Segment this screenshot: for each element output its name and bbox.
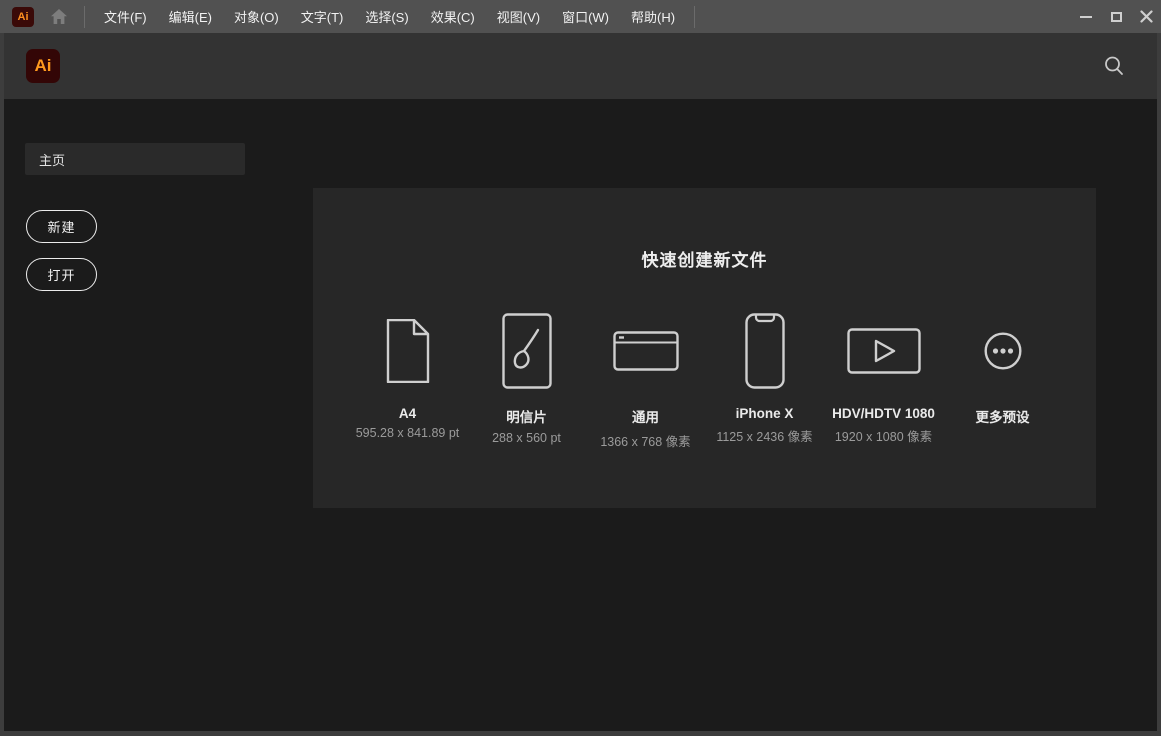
close-button[interactable]	[1131, 0, 1161, 33]
menu-window[interactable]: 窗口(W)	[551, 0, 620, 33]
preset-hdtv[interactable]: HDV/HDTV 1080 1920 x 1080 像素	[824, 311, 943, 450]
preset-name: HDV/HDTV 1080	[832, 406, 935, 421]
preset-size: 595.28 x 841.89 pt	[355, 426, 460, 440]
titlebar-separator	[84, 5, 85, 28]
browser-window-icon	[612, 311, 679, 391]
more-ellipsis-icon	[984, 311, 1022, 391]
preset-size: 1920 x 1080 像素	[834, 430, 933, 444]
maximize-icon	[1110, 11, 1122, 22]
maximize-button[interactable]	[1101, 0, 1131, 33]
window-frame-bottom	[0, 731, 1161, 736]
menu-select[interactable]: 选择(S)	[354, 0, 419, 33]
home-icon[interactable]	[42, 0, 76, 33]
illustrator-logo: Ai	[26, 49, 60, 83]
preset-more[interactable]: 更多预设	[943, 311, 1062, 450]
window-controls	[1071, 0, 1161, 33]
close-icon	[1139, 10, 1153, 23]
preset-name: iPhone X	[735, 406, 794, 421]
preset-size: 288 x 560 pt	[492, 431, 561, 445]
sidebar-item-home-label: 主页	[39, 152, 66, 168]
menu-file[interactable]: 文件(F)	[93, 0, 158, 33]
illustrator-window: Ai 文件(F) 编辑(E) 对象(O) 文字(T) 选择(S) 效果(C) 视…	[0, 0, 1161, 736]
preset-web[interactable]: 通用 1366 x 768 像素	[586, 311, 705, 450]
preset-name: 通用	[632, 410, 659, 425]
quick-start-title: 快速创建新文件	[641, 251, 768, 270]
preset-iphone-x[interactable]: iPhone X 1125 x 2436 像素	[705, 311, 824, 450]
sidebar-item-home[interactable]: 主页	[25, 143, 245, 175]
preset-name: A4	[398, 406, 417, 421]
minimize-icon	[1080, 15, 1092, 18]
quick-start-panel: 快速创建新文件 A4 595.28 x 841.89 pt 明信片 288 x …	[313, 188, 1096, 508]
menu-type[interactable]: 文字(T)	[290, 0, 355, 33]
minimize-button[interactable]	[1071, 0, 1101, 33]
preset-name: 明信片	[506, 410, 547, 425]
menu-view[interactable]: 视图(V)	[486, 0, 551, 33]
video-play-icon	[846, 311, 921, 391]
preset-postcard[interactable]: 明信片 288 x 560 pt	[467, 311, 586, 450]
open-button[interactable]: 打开	[26, 258, 97, 291]
search-icon[interactable]	[1099, 51, 1129, 81]
menu-object[interactable]: 对象(O)	[223, 0, 290, 33]
preset-size: 1125 x 2436 像素	[716, 430, 813, 444]
preset-name: 更多预设	[975, 410, 1030, 425]
phone-icon	[744, 311, 785, 391]
new-button[interactable]: 新建	[26, 210, 97, 243]
app-icon: Ai	[12, 6, 34, 27]
title-bar: Ai 文件(F) 编辑(E) 对象(O) 文字(T) 选择(S) 效果(C) 视…	[0, 0, 1161, 33]
menu-edit[interactable]: 编辑(E)	[158, 0, 223, 33]
preset-a4[interactable]: A4 595.28 x 841.89 pt	[348, 311, 467, 450]
home-screen: 主页 新建 打开 快速创建新文件 A4 595.28 x 841.89 pt 明…	[0, 99, 1161, 736]
preset-size: 1366 x 768 像素	[600, 435, 691, 449]
menu-bar: 文件(F) 编辑(E) 对象(O) 文字(T) 选择(S) 效果(C) 视图(V…	[93, 0, 686, 33]
preset-list: A4 595.28 x 841.89 pt 明信片 288 x 560 pt 通…	[313, 311, 1096, 450]
document-icon	[386, 311, 430, 391]
app-header: Ai	[0, 33, 1161, 99]
postcard-brush-icon	[501, 311, 552, 391]
menu-effect[interactable]: 效果(C)	[420, 0, 486, 33]
window-frame-right	[1157, 33, 1161, 736]
window-frame-left	[0, 33, 4, 736]
titlebar-separator-end	[694, 5, 696, 28]
menu-help[interactable]: 帮助(H)	[620, 0, 686, 33]
